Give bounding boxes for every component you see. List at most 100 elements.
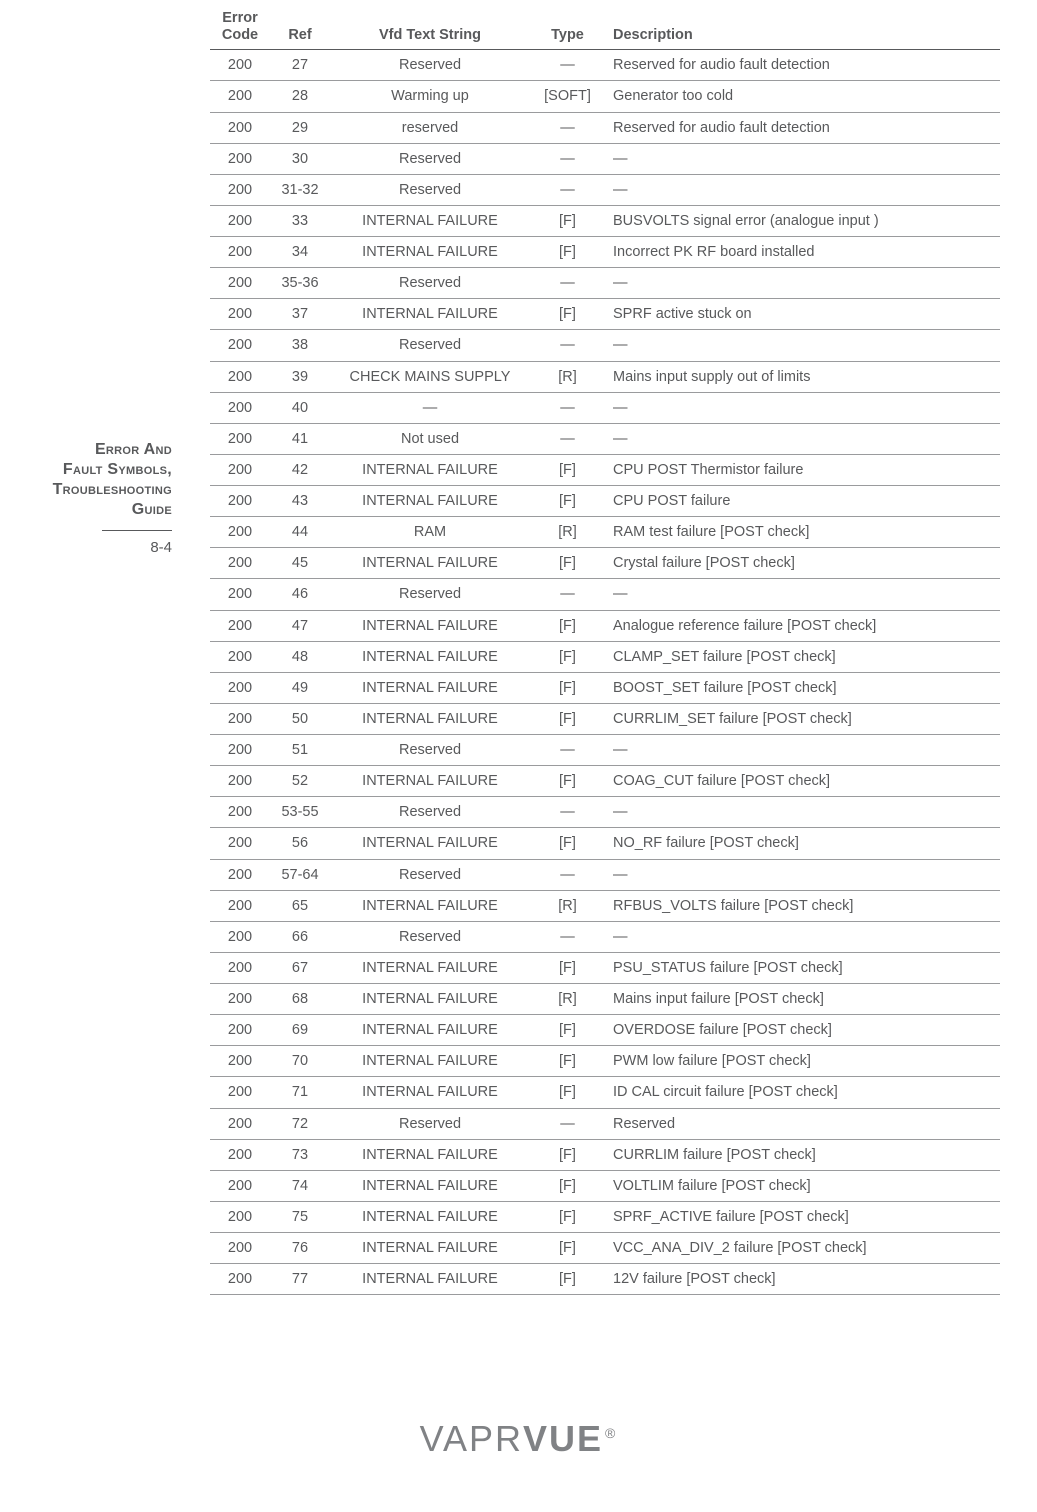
cell-ref: 72 <box>270 1108 330 1139</box>
cell-error-code: 200 <box>210 672 270 703</box>
cell-type: [F] <box>530 1077 605 1108</box>
brand-logo: VAPRVUE® <box>420 1418 618 1460</box>
cell-type: [F] <box>530 299 605 330</box>
cell-error-code: 200 <box>210 1046 270 1077</box>
col-ref: Ref <box>270 6 330 50</box>
cell-description: — <box>605 579 1000 610</box>
cell-type: [F] <box>530 548 605 579</box>
cell-error-code: 200 <box>210 423 270 454</box>
cell-vfd: Reserved <box>330 579 530 610</box>
cell-description: OVERDOSE failure [POST check] <box>605 1015 1000 1046</box>
cell-description: COAG_CUT failure [POST check] <box>605 766 1000 797</box>
cell-ref: 71 <box>270 1077 330 1108</box>
cell-ref: 49 <box>270 672 330 703</box>
cell-description: ID CAL circuit failure [POST check] <box>605 1077 1000 1108</box>
cell-description: PWM low failure [POST check] <box>605 1046 1000 1077</box>
table-row: 20068INTERNAL FAILURE[R]Mains input fail… <box>210 984 1000 1015</box>
cell-type: — <box>530 174 605 205</box>
error-code-table: ErrorCode Ref Vfd Text String Type Descr… <box>210 6 1000 1295</box>
cell-type: [F] <box>530 610 605 641</box>
cell-type: [F] <box>530 454 605 485</box>
cell-type: [SOFT] <box>530 81 605 112</box>
cell-vfd: INTERNAL FAILURE <box>330 766 530 797</box>
cell-ref: 76 <box>270 1233 330 1264</box>
table-row: 20074INTERNAL FAILURE[F]VOLTLIM failure … <box>210 1170 1000 1201</box>
table-row: 20069INTERNAL FAILURE[F]OVERDOSE failure… <box>210 1015 1000 1046</box>
cell-description: 12V failure [POST check] <box>605 1264 1000 1295</box>
cell-type: [F] <box>530 641 605 672</box>
cell-ref: 70 <box>270 1046 330 1077</box>
cell-vfd: reserved <box>330 112 530 143</box>
cell-description: Incorrect PK RF board installed <box>605 237 1000 268</box>
cell-error-code: 200 <box>210 921 270 952</box>
table-row: 20042INTERNAL FAILURE[F]CPU POST Thermis… <box>210 454 1000 485</box>
cell-description: CPU POST Thermistor failure <box>605 454 1000 485</box>
table-row: 20045INTERNAL FAILURE[F]Crystal failure … <box>210 548 1000 579</box>
cell-error-code: 200 <box>210 1201 270 1232</box>
cell-type: — <box>530 50 605 81</box>
cell-vfd: CHECK MAINS SUPPLY <box>330 361 530 392</box>
table-row: 20052INTERNAL FAILURE[F]COAG_CUT failure… <box>210 766 1000 797</box>
cell-vfd: Reserved <box>330 174 530 205</box>
table-row: 20050INTERNAL FAILURE[F]CURRLIM_SET fail… <box>210 703 1000 734</box>
cell-type: [F] <box>530 766 605 797</box>
section-title-line: Fault Symbols, <box>63 461 172 478</box>
cell-ref: 45 <box>270 548 330 579</box>
table-row: 20040——— <box>210 392 1000 423</box>
cell-type: [F] <box>530 1170 605 1201</box>
cell-error-code: 200 <box>210 174 270 205</box>
table-row: 20046Reserved—— <box>210 579 1000 610</box>
cell-ref: 38 <box>270 330 330 361</box>
table-row: 20070INTERNAL FAILURE[F]PWM low failure … <box>210 1046 1000 1077</box>
cell-type: [F] <box>530 1015 605 1046</box>
cell-error-code: 200 <box>210 548 270 579</box>
cell-ref: 40 <box>270 392 330 423</box>
cell-vfd: Reserved <box>330 268 530 299</box>
cell-error-code: 200 <box>210 766 270 797</box>
table-header-row: ErrorCode Ref Vfd Text String Type Descr… <box>210 6 1000 50</box>
cell-type: [R] <box>530 890 605 921</box>
cell-error-code: 200 <box>210 828 270 859</box>
cell-vfd: Warming up <box>330 81 530 112</box>
cell-description: — <box>605 143 1000 174</box>
logo-registered-icon: ® <box>605 1425 617 1441</box>
cell-vfd: INTERNAL FAILURE <box>330 1139 530 1170</box>
cell-ref: 29 <box>270 112 330 143</box>
table-row: 20048INTERNAL FAILURE[F]CLAMP_SET failur… <box>210 641 1000 672</box>
cell-vfd: Reserved <box>330 330 530 361</box>
cell-type: — <box>530 859 605 890</box>
table-row: 20056INTERNAL FAILURE[F]NO_RF failure [P… <box>210 828 1000 859</box>
cell-vfd: INTERNAL FAILURE <box>330 1046 530 1077</box>
col-type: Type <box>530 6 605 50</box>
cell-ref: 74 <box>270 1170 330 1201</box>
cell-error-code: 200 <box>210 859 270 890</box>
cell-error-code: 200 <box>210 81 270 112</box>
cell-vfd: Not used <box>330 423 530 454</box>
cell-error-code: 200 <box>210 1139 270 1170</box>
table-row: 20027Reserved—Reserved for audio fault d… <box>210 50 1000 81</box>
table-row: 20051Reserved—— <box>210 735 1000 766</box>
cell-description: — <box>605 392 1000 423</box>
cell-vfd: INTERNAL FAILURE <box>330 454 530 485</box>
cell-vfd: Reserved <box>330 1108 530 1139</box>
cell-description: — <box>605 921 1000 952</box>
cell-vfd: INTERNAL FAILURE <box>330 1077 530 1108</box>
cell-ref: 56 <box>270 828 330 859</box>
cell-vfd: INTERNAL FAILURE <box>330 828 530 859</box>
cell-description: Mains input supply out of limits <box>605 361 1000 392</box>
cell-vfd: RAM <box>330 517 530 548</box>
cell-type: — <box>530 423 605 454</box>
cell-error-code: 200 <box>210 703 270 734</box>
table-row: 20035-36Reserved—— <box>210 268 1000 299</box>
cell-error-code: 200 <box>210 361 270 392</box>
cell-error-code: 200 <box>210 735 270 766</box>
cell-error-code: 200 <box>210 1015 270 1046</box>
table-row: 20043INTERNAL FAILURE[F]CPU POST failure <box>210 486 1000 517</box>
cell-ref: 51 <box>270 735 330 766</box>
cell-description: BUSVOLTS signal error (analogue input ) <box>605 205 1000 236</box>
cell-description: — <box>605 735 1000 766</box>
cell-ref: 41 <box>270 423 330 454</box>
cell-error-code: 200 <box>210 1170 270 1201</box>
cell-vfd: INTERNAL FAILURE <box>330 890 530 921</box>
cell-vfd: INTERNAL FAILURE <box>330 1015 530 1046</box>
